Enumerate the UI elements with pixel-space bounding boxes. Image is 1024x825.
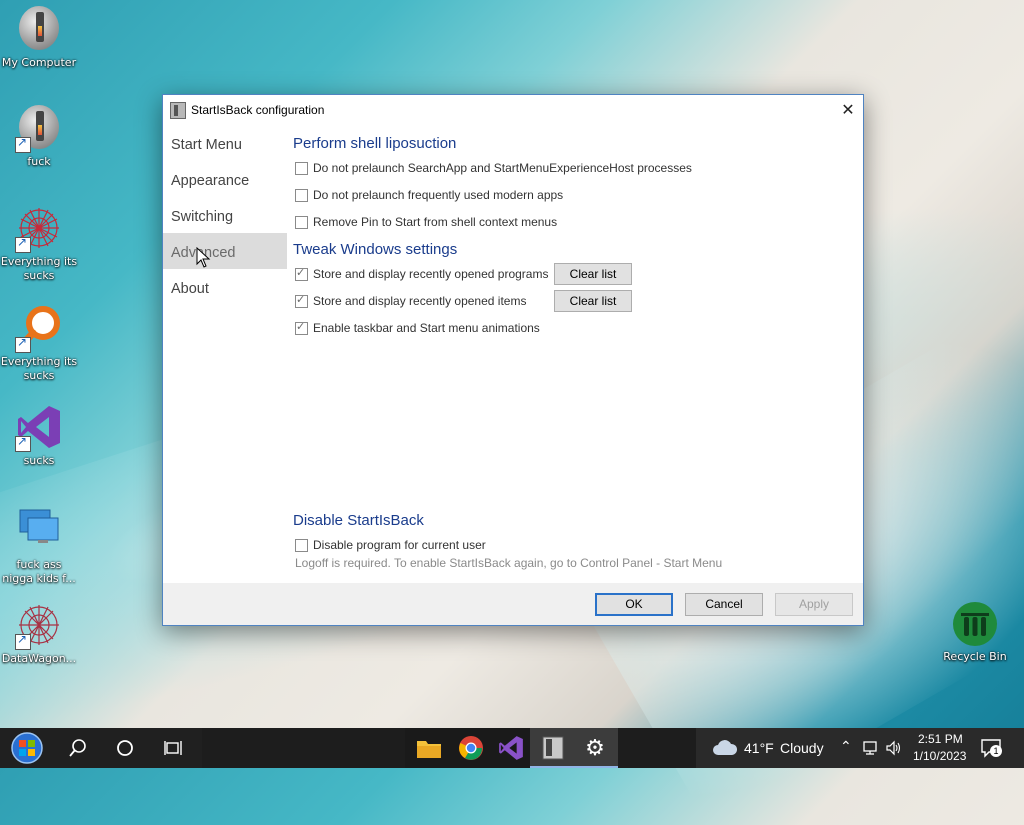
option-taskbar-animations[interactable]: Enable taskbar and Start menu animations <box>295 320 540 335</box>
volume-icon[interactable] <box>885 740 903 756</box>
window-title: StartIsBack configuration <box>191 103 325 117</box>
option-recent-items[interactable]: Store and display recently opened items <box>295 293 527 308</box>
section-title-shell: Perform shell liposuction <box>293 135 457 152</box>
option-label: Store and display recently opened progra… <box>313 267 549 281</box>
sidebar-item-about[interactable]: About <box>163 269 287 305</box>
desktop-icon-label: My Computer <box>1 56 77 69</box>
desktop-icon-label: fuck ass nigga kids f... <box>2 558 76 585</box>
desktop-icon-label: sucks <box>23 454 55 467</box>
search-icon[interactable] <box>55 728 101 768</box>
desktop-icon-label: Recycle Bin <box>943 650 1007 663</box>
section-title-tweak: Tweak Windows settings <box>293 241 458 258</box>
apply-button[interactable]: Apply <box>775 593 853 616</box>
notification-badge: 1 <box>990 745 1002 757</box>
file-explorer-icon[interactable] <box>406 728 452 768</box>
notification-center-button[interactable]: 1 <box>980 738 1004 760</box>
desktop-icon-label: DataWagon... <box>1 652 77 665</box>
system-tray: 41°F Cloudy ⌃ 2:51 PM 1/10/2023 1 <box>696 728 1024 768</box>
option-label: Do not prelaunch frequently used modern … <box>313 188 564 202</box>
checkbox-checked[interactable] <box>295 293 308 308</box>
section-title-disable: Disable StartIsBack <box>293 512 424 529</box>
cortana-icon[interactable] <box>102 728 148 768</box>
taskbar-pinned-apps: ⚙ <box>405 728 618 768</box>
startisback-config-window: StartIsBack configuration ✕ Start Menu A… <box>162 94 864 626</box>
visual-studio-icon[interactable] <box>488 728 534 768</box>
network-icon[interactable] <box>862 740 880 756</box>
close-button[interactable]: ✕ <box>833 95 863 125</box>
desktop-icon-everything-2[interactable]: Everything its sucks <box>0 305 78 383</box>
option-label: Do not prelaunch SearchApp and StartMenu… <box>313 161 692 175</box>
desktop-icon-fuck[interactable]: fuck <box>0 105 78 169</box>
shortcut-arrow-icon <box>15 632 31 650</box>
option-label: Enable taskbar and Start menu animations <box>313 321 540 335</box>
task-view-icon[interactable] <box>150 728 196 768</box>
option-remove-pin-to-start[interactable]: Remove Pin to Start from shell context m… <box>295 215 557 229</box>
startisback-app-icon <box>170 102 186 119</box>
option-no-prelaunch-searchapp[interactable]: Do not prelaunch SearchApp and StartMenu… <box>295 161 692 175</box>
checkbox[interactable] <box>295 215 308 229</box>
desktop-icon-label: Everything its sucks <box>0 255 78 282</box>
clear-recent-programs-button[interactable]: Clear list <box>554 263 632 285</box>
windows-start-icon[interactable] <box>4 728 50 768</box>
settings-icon[interactable]: ⚙ <box>572 728 618 768</box>
option-label: Disable program for current user <box>313 538 486 552</box>
weather-condition[interactable]: Cloudy <box>780 740 824 756</box>
desktop-icon-sucks[interactable]: sucks <box>0 404 78 468</box>
desktop-icon-label: Everything its sucks <box>0 355 78 382</box>
startisback-icon[interactable] <box>530 728 576 768</box>
dialog-footer: OK Cancel Apply <box>163 583 863 625</box>
shortcut-arrow-icon <box>15 235 31 253</box>
sidebar-item-switching[interactable]: Switching <box>163 197 287 233</box>
taskbar-left-group <box>0 728 202 768</box>
title-bar[interactable]: StartIsBack configuration ✕ <box>163 95 863 125</box>
checkbox[interactable] <box>295 188 308 202</box>
checkbox-checked[interactable] <box>295 266 308 281</box>
logoff-note: Logoff is required. To enable StartIsBac… <box>295 556 723 570</box>
checkbox[interactable] <box>295 538 308 552</box>
settings-sidebar: Start Menu Appearance Switching Advanced… <box>163 125 287 305</box>
shortcut-arrow-icon <box>15 434 31 452</box>
desktop-icon-label: fuck <box>27 155 51 168</box>
chevron-up-icon[interactable]: ⌃ <box>840 738 852 755</box>
weather-temperature[interactable]: 41°F <box>744 740 774 756</box>
checkbox[interactable] <box>295 161 308 175</box>
desktop-icon-datawagon[interactable]: DataWagon... <box>0 602 78 666</box>
ok-button[interactable]: OK <box>595 593 673 616</box>
monitors-icon <box>19 509 59 543</box>
desktop-icon-recycle-bin[interactable]: Recycle Bin <box>936 600 1014 664</box>
clear-recent-items-button[interactable]: Clear list <box>554 290 632 312</box>
clock-time[interactable]: 2:51 PM <box>918 732 963 746</box>
shortcut-arrow-icon <box>15 335 31 353</box>
option-recent-programs[interactable]: Store and display recently opened progra… <box>295 266 549 281</box>
taskbar: ⚙ 41°F Cloudy ⌃ 2:51 PM 1/10/2023 1 <box>0 728 1024 768</box>
clock-date[interactable]: 1/10/2023 <box>913 749 966 763</box>
option-disable-for-user[interactable]: Disable program for current user <box>295 538 486 552</box>
sidebar-item-appearance[interactable]: Appearance <box>163 161 287 197</box>
desktop-icon-monitors[interactable]: fuck ass nigga kids f... <box>0 508 78 586</box>
cloud-icon[interactable] <box>712 739 738 757</box>
mouse-cursor-icon <box>196 247 211 268</box>
desktop-icon-everything-1[interactable]: Everything its sucks <box>0 205 78 283</box>
sidebar-item-start-menu[interactable]: Start Menu <box>163 125 287 161</box>
sidebar-item-advanced[interactable]: Advanced <box>163 233 287 269</box>
desktop-icon-my-computer[interactable]: My Computer <box>0 6 78 70</box>
shortcut-arrow-icon <box>15 135 31 153</box>
option-no-prelaunch-modern-apps[interactable]: Do not prelaunch frequently used modern … <box>295 188 563 202</box>
checkbox-checked[interactable] <box>295 320 308 335</box>
option-label: Remove Pin to Start from shell context m… <box>313 215 558 229</box>
recycle-bin-icon <box>953 602 997 646</box>
computer-icon <box>19 6 59 50</box>
cancel-button[interactable]: Cancel <box>685 593 763 616</box>
option-label: Store and display recently opened items <box>313 294 527 308</box>
